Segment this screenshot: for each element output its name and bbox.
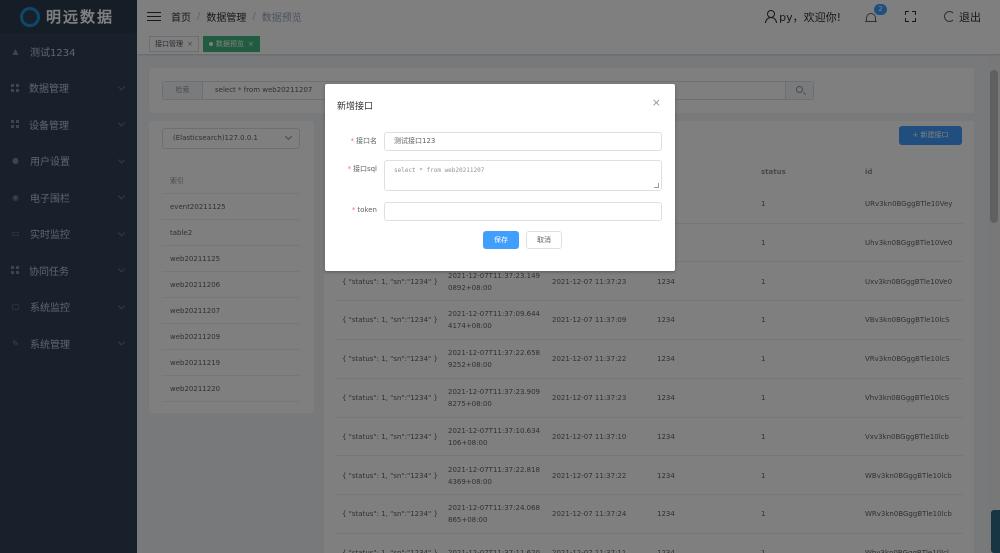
close-icon[interactable]: × bbox=[652, 96, 661, 109]
sql-text: select * from web20211207 bbox=[394, 167, 485, 174]
name-label: * 接口名 bbox=[350, 137, 378, 145]
interface-name-input[interactable]: 测试接口123 bbox=[384, 132, 662, 151]
save-button[interactable]: 保存 bbox=[483, 231, 519, 249]
dialog-title: 新增接口 bbox=[337, 102, 374, 112]
cancel-button[interactable]: 取消 bbox=[526, 231, 562, 249]
token-label: * token bbox=[351, 206, 377, 214]
sql-label: * 接口sql bbox=[347, 165, 377, 173]
resize-handle[interactable] bbox=[654, 183, 659, 188]
modal-overlay[interactable] bbox=[0, 0, 1000, 553]
interface-sql-textarea[interactable]: select * from web20211207 bbox=[384, 160, 662, 191]
token-input[interactable] bbox=[384, 202, 662, 221]
new-interface-dialog: 新增接口 × * 接口名 测试接口123 * 接口sql select * from… bbox=[325, 84, 675, 271]
